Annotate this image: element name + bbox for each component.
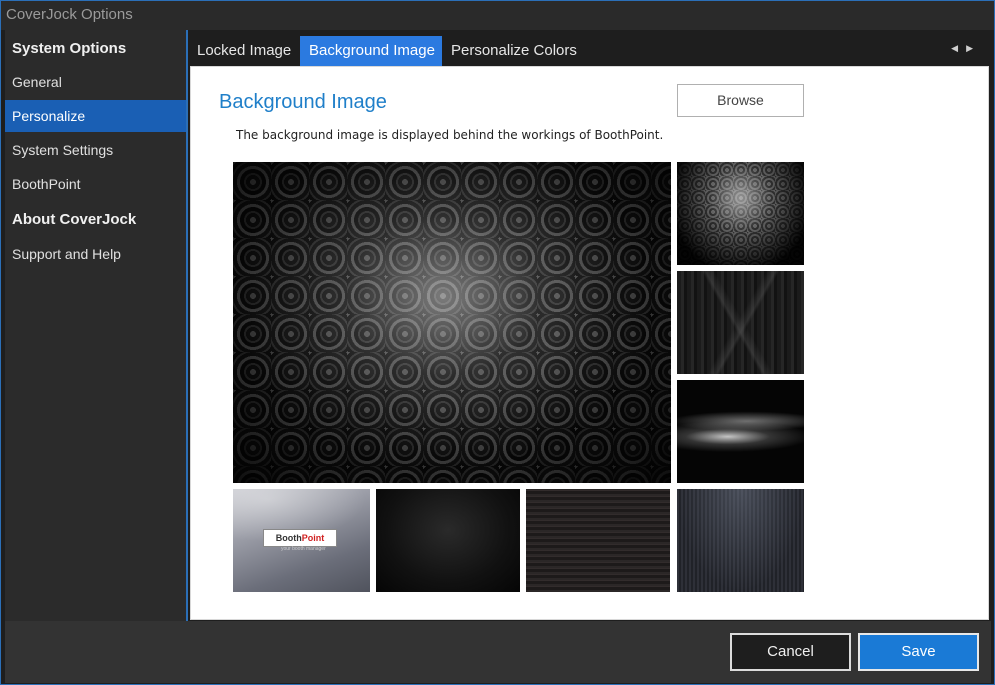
- panel-description: The background image is displayed behind…: [236, 128, 664, 142]
- thumbnail-steel-stripes[interactable]: [677, 489, 804, 592]
- scroll-left-icon[interactable]: ◀: [951, 44, 966, 54]
- thumbnail-black-gradient[interactable]: [376, 489, 520, 592]
- sidebar-item-personalize[interactable]: Personalize: [5, 100, 186, 132]
- window-title: CoverJock Options: [6, 6, 133, 23]
- footer-bar: Cancel Save: [5, 621, 991, 683]
- save-button[interactable]: Save: [858, 633, 979, 671]
- tab-bar: Locked Image Background Image Personaliz…: [188, 36, 993, 66]
- thumbnail-silver-swoosh[interactable]: [677, 380, 804, 483]
- tab-locked-image[interactable]: Locked Image: [188, 36, 298, 66]
- options-window: CoverJock Options System Options General…: [0, 0, 995, 685]
- sidebar: System Options General Personalize Syste…: [5, 30, 186, 621]
- tab-personalize-colors[interactable]: Personalize Colors: [442, 36, 592, 66]
- scroll-right-icon[interactable]: ▶: [966, 44, 981, 54]
- thumbnail-damask-spotlight[interactable]: [677, 162, 804, 265]
- sidebar-item-general[interactable]: General: [5, 66, 186, 98]
- content-divider: [186, 30, 188, 621]
- sidebar-header-about-coverjock: About CoverJock: [12, 211, 137, 228]
- tab-background-image[interactable]: Background Image: [300, 36, 442, 66]
- title-bar: CoverJock Options: [1, 1, 994, 30]
- browse-button[interactable]: Browse: [677, 84, 804, 117]
- thumbnail-boothpoint-logo[interactable]: BoothPoint your booth manager: [233, 489, 370, 592]
- background-image-panel: Background Image Browse The background i…: [190, 66, 989, 620]
- sidebar-item-system-settings[interactable]: System Settings: [5, 134, 186, 166]
- sidebar-header-system-options: System Options: [12, 40, 127, 57]
- sidebar-item-boothpoint[interactable]: BoothPoint: [5, 168, 186, 200]
- boothpoint-logo: BoothPoint: [263, 529, 337, 547]
- thumbnail-dark-stripes[interactable]: [677, 271, 804, 374]
- cancel-button[interactable]: Cancel: [730, 633, 851, 671]
- thumbnail-dark-wood[interactable]: [526, 489, 670, 592]
- boothpoint-tagline: your booth manager: [281, 546, 326, 552]
- sidebar-item-support-and-help[interactable]: Support and Help: [5, 238, 186, 270]
- tab-scroll-arrows: ◀▶: [951, 44, 981, 54]
- selected-background-preview[interactable]: [233, 162, 671, 483]
- panel-title: Background Image: [219, 91, 387, 113]
